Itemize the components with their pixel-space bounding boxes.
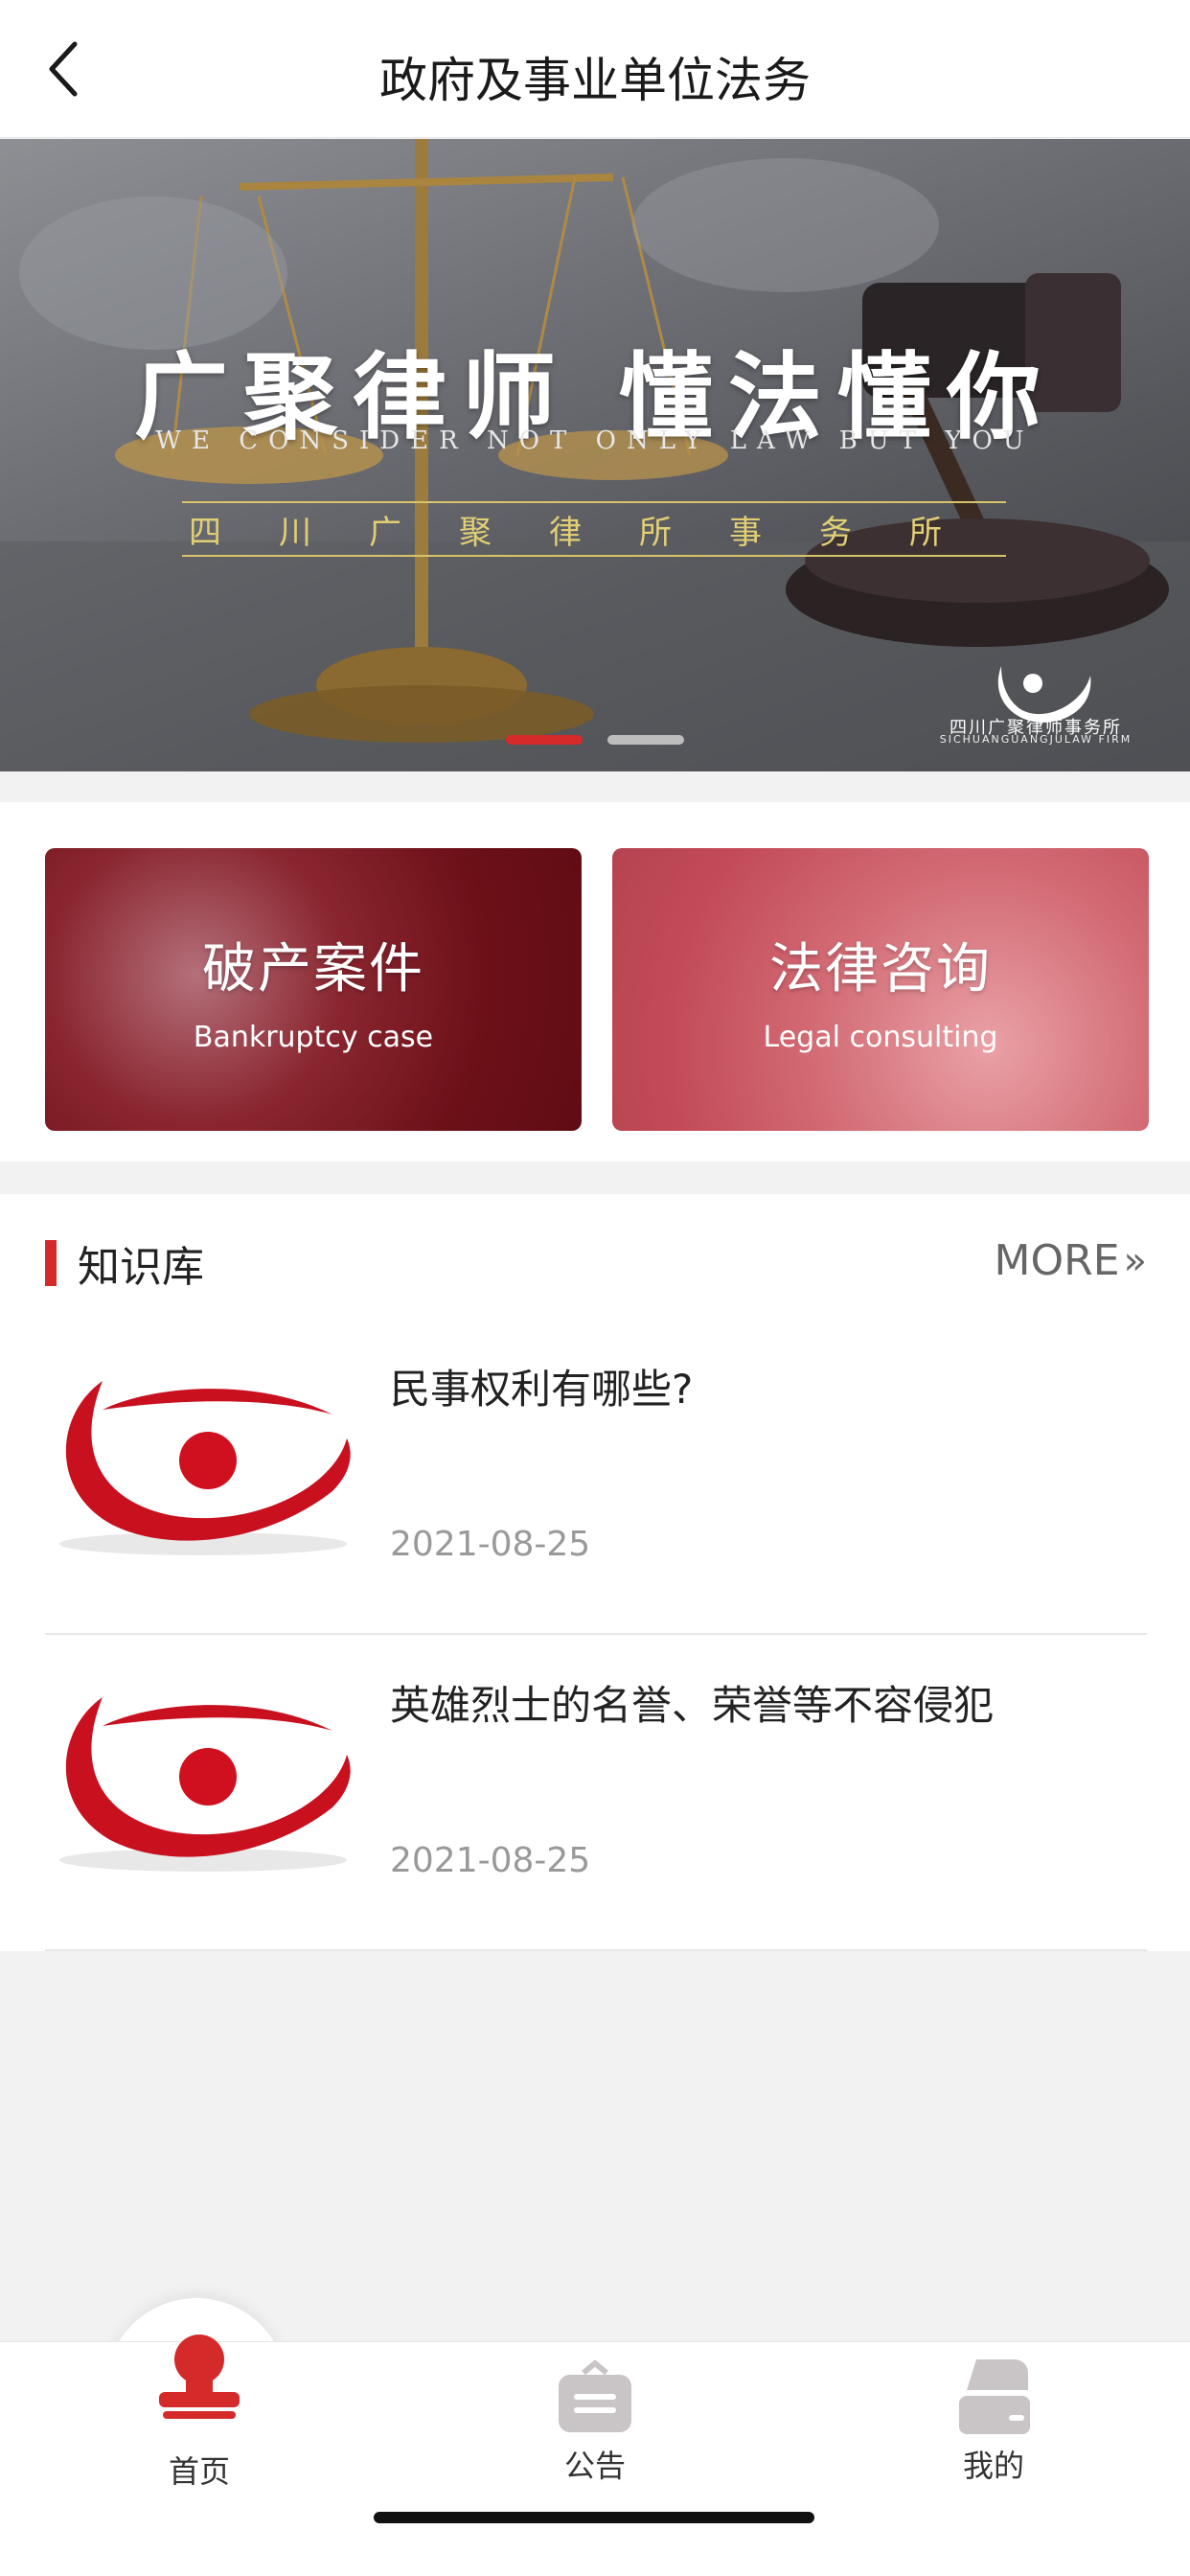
- service-cards: 破产案件 Bankruptcy case 法律咨询 Legal consulti…: [0, 802, 1190, 1162]
- carousel-dot-active[interactable]: [506, 735, 583, 745]
- article-title: 英雄烈士的名誉、荣誉等不容侵犯: [390, 1682, 995, 1729]
- page-title: 政府及事业单位法务: [379, 53, 811, 108]
- article-date: 2021-08-25: [390, 1525, 591, 1564]
- article-title: 民事权利有哪些?: [390, 1366, 694, 1413]
- section-header: 知识库 MORE »: [45, 1232, 1147, 1292]
- card-title: 破产案件: [202, 937, 424, 1000]
- page: 政府及事业单位法务 广聚律师 懂法懂你 WE CONSIDER NOT ONLY…: [0, 0, 1190, 2576]
- legal-consulting-card[interactable]: 法律咨询 Legal consulting: [612, 848, 1149, 1131]
- tab-label: 首页: [168, 2453, 230, 2490]
- section-title: 知识库: [78, 1243, 204, 1292]
- stamp-icon: [159, 2334, 240, 2419]
- tab-label: 我的: [962, 2448, 1024, 2484]
- section-accent-bar: [45, 1240, 57, 1286]
- card-title: 法律咨询: [769, 937, 992, 1000]
- nav-header: 政府及事业单位法务: [0, 0, 1190, 138]
- tab-announcements[interactable]: 公告: [499, 2342, 691, 2515]
- home-indicator: [374, 2512, 814, 2523]
- bottom-tab-bar: 首页 公告 我的: [0, 2334, 1190, 2576]
- article-date: 2021-08-25: [390, 1841, 591, 1880]
- carousel-indicator: [0, 735, 1190, 745]
- article-thumbnail: [59, 1381, 351, 1555]
- banner-carousel[interactable]: 广聚律师 懂法懂你 WE CONSIDER NOT ONLY LAW BUT Y…: [0, 139, 1190, 771]
- card-subtitle: Bankruptcy case: [193, 1020, 434, 1054]
- knowledge-section: 知识库 MORE » 民事权利有哪些? 2021-08-25 英雄烈士的名誉、荣…: [0, 1194, 1190, 1951]
- list-item[interactable]: 英雄烈士的名誉、荣誉等不容侵犯 2021-08-25: [45, 1635, 1147, 1951]
- bankruptcy-case-card[interactable]: 破产案件 Bankruptcy case: [45, 848, 582, 1131]
- carousel-dot[interactable]: [607, 735, 684, 745]
- card-subtitle: Legal consulting: [763, 1020, 998, 1054]
- briefcase-icon: [559, 2360, 631, 2432]
- banner-firm-name: 四川广聚律所事务所: [182, 501, 1006, 557]
- list-item[interactable]: 民事权利有哪些? 2021-08-25: [45, 1319, 1147, 1635]
- tab-profile[interactable]: 我的: [898, 2342, 1089, 2515]
- more-label: MORE: [994, 1236, 1120, 1285]
- user-icon: [959, 2359, 1030, 2434]
- double-chevron-right-icon: »: [1123, 1238, 1147, 1283]
- banner-tagline: WE CONSIDER NOT ONLY LAW BUT YOU: [155, 426, 1035, 455]
- more-link[interactable]: MORE »: [995, 1236, 1147, 1285]
- article-thumbnail: [59, 1697, 351, 1872]
- tab-label: 公告: [563, 2448, 626, 2484]
- tab-home[interactable]: 首页: [103, 2334, 295, 2515]
